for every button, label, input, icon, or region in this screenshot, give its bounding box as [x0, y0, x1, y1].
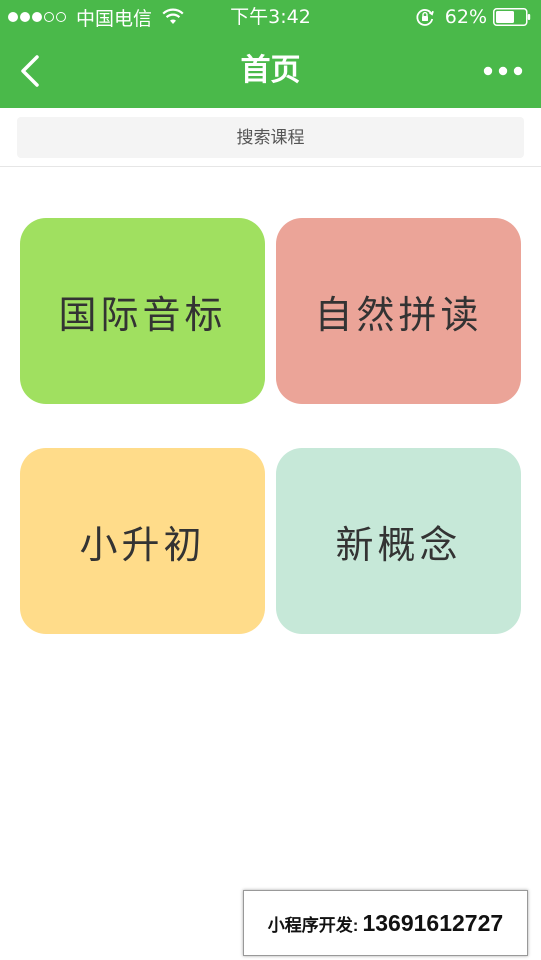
developer-label: 小程序开发:: [267, 915, 359, 935]
nav-bar: 首页: [0, 34, 541, 108]
search-area: [0, 108, 541, 167]
course-card-phonetics[interactable]: 国际音标: [20, 218, 265, 404]
course-card-label: 国际音标: [58, 292, 227, 337]
course-card-phonics[interactable]: 自然拼读: [276, 218, 521, 404]
developer-contact-box: 小程序开发: 13691612727: [243, 890, 528, 956]
status-bar: 中国电信 下午3:42 62%: [0, 0, 541, 34]
app-page: 中国电信 下午3:42 62% 首页 搜索课程 国际音标 自然拼读 小升初 新概…: [0, 0, 541, 960]
more-dots-icon: [483, 66, 523, 76]
chevron-left-icon: [21, 55, 39, 87]
battery-fill: [496, 11, 514, 23]
search-input[interactable]: [17, 117, 524, 158]
course-card-label: 新概念: [335, 522, 462, 567]
course-card-label: 小升初: [79, 522, 206, 567]
status-right: 62%: [415, 5, 531, 29]
course-card-new-concept[interactable]: 新概念: [276, 448, 521, 634]
rotation-lock-icon: [416, 9, 434, 26]
battery-icon: [493, 8, 531, 26]
developer-phone: 13691612727: [362, 909, 504, 936]
course-card-primary-to-junior[interactable]: 小升初: [20, 448, 265, 634]
more-button[interactable]: [479, 56, 527, 86]
back-button[interactable]: [10, 51, 50, 91]
battery-percent: 62%: [444, 6, 487, 28]
course-card-label: 自然拼读: [314, 292, 483, 337]
page-title: 首页: [240, 53, 301, 88]
